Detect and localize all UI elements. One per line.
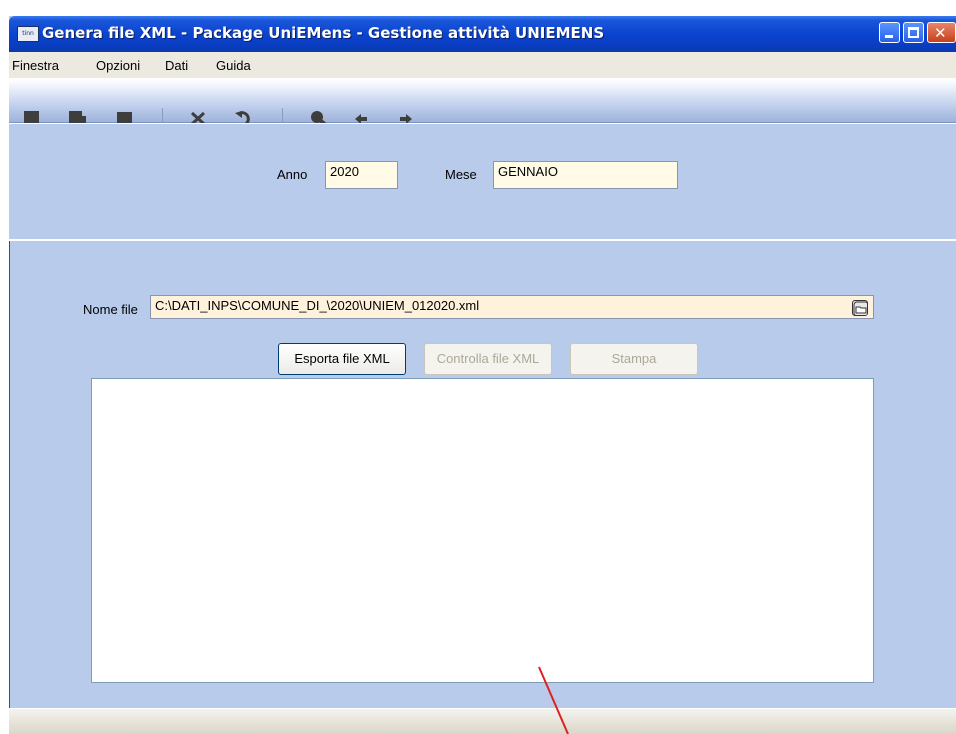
controlla-file-xml-button[interactable]: Controlla file XML (424, 343, 552, 375)
close-button[interactable]: ✕ (927, 22, 956, 43)
anno-label: Anno (277, 167, 308, 182)
toolbar (9, 78, 956, 134)
period-panel: Anno 2020 Mese GENNAIO (9, 123, 956, 241)
menu-dati[interactable]: Dati (165, 58, 188, 73)
anno-field[interactable]: 2020 (325, 161, 398, 189)
browse-folder-icon[interactable] (852, 300, 868, 316)
mese-label: Mese (445, 167, 477, 182)
output-log-area[interactable] (91, 378, 874, 683)
app-icon[interactable]: tinn (17, 26, 39, 42)
nome-file-field[interactable]: C:\DATI_INPS\COMUNE_DI_\2020\UNIEM_01202… (150, 295, 874, 319)
close-icon: ✕ (934, 24, 947, 42)
esporta-file-xml-button[interactable]: Esporta file XML (278, 343, 406, 375)
stampa-button[interactable]: Stampa (570, 343, 698, 375)
window-title: Genera file XML - Package UniEMens - Ges… (42, 24, 605, 42)
app-window: tinn Genera file XML - Package UniEMens … (9, 16, 956, 734)
maximize-button[interactable] (903, 22, 924, 43)
status-bar (9, 708, 956, 734)
minimize-button[interactable] (879, 22, 900, 43)
nome-file-label: Nome file (83, 302, 138, 317)
maximize-icon (908, 27, 919, 38)
menu-guida[interactable]: Guida (216, 58, 251, 73)
menu-finestra[interactable]: Finestra (12, 58, 59, 73)
menu-opzioni[interactable]: Opzioni (96, 58, 140, 73)
title-bar[interactable]: tinn Genera file XML - Package UniEMens … (9, 16, 956, 52)
minimize-icon (885, 35, 893, 38)
mese-field[interactable]: GENNAIO (493, 161, 678, 189)
menu-bar: Finestra Opzioni Dati Guida (9, 52, 956, 78)
